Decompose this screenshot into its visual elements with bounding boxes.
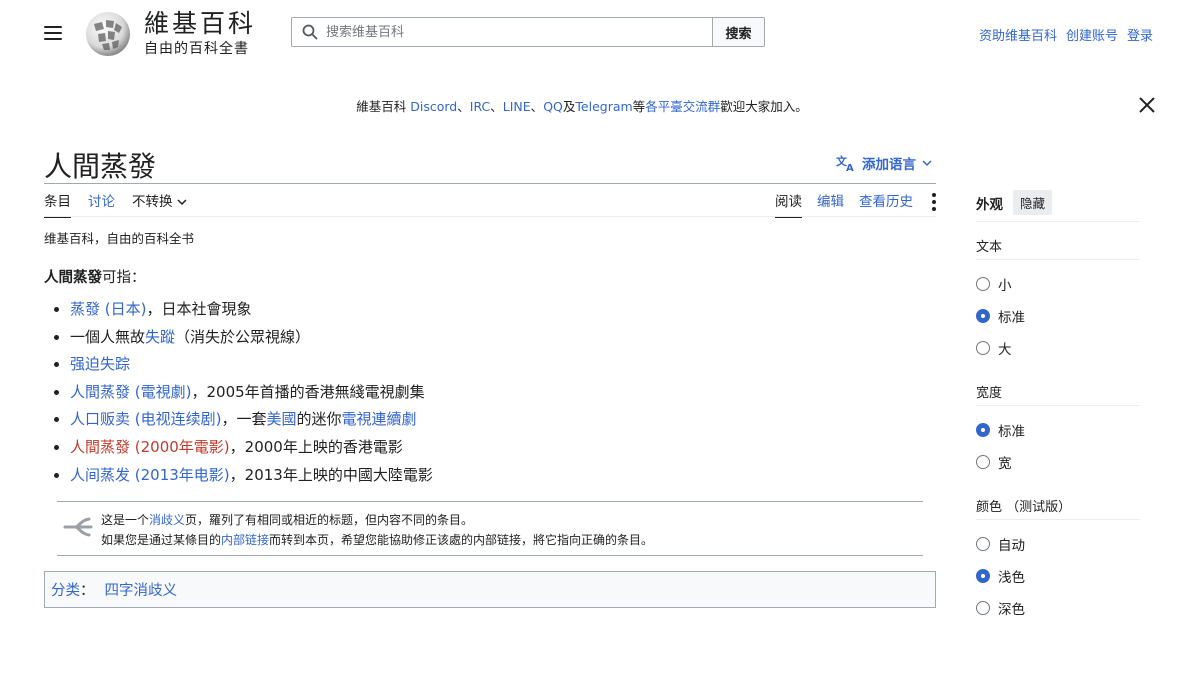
site-notice: 維基百科 Discord、IRC、LINE、QQ及Telegram等各平臺交流群… bbox=[356, 99, 808, 114]
platforms-link[interactable]: 各平臺交流群 bbox=[645, 99, 720, 114]
chevron-down-icon bbox=[922, 160, 932, 167]
list-item: 一個人無故失蹤（消失於公眾視線） bbox=[70, 326, 433, 354]
color-auto-option[interactable]: 自动 bbox=[976, 534, 1025, 554]
divider bbox=[976, 259, 1140, 260]
tab-article[interactable]: 条目 bbox=[44, 190, 71, 218]
login-link[interactable]: 登录 bbox=[1127, 25, 1153, 44]
wordmark[interactable]: 維基百科 bbox=[144, 10, 256, 38]
tabs-divider bbox=[44, 216, 936, 217]
text-size-standard-option[interactable]: 标准 bbox=[976, 306, 1025, 326]
qq-link[interactable]: QQ bbox=[543, 99, 563, 114]
language-icon: 文 A bbox=[836, 154, 854, 172]
text-size-large-option[interactable]: 大 bbox=[976, 338, 1012, 358]
divider bbox=[976, 519, 1140, 520]
category-link[interactable]: 四字消歧义 bbox=[105, 579, 178, 600]
search-button[interactable]: 搜索 bbox=[713, 17, 765, 47]
site-subtitle: 维基百科，自由的百科全书 bbox=[44, 231, 195, 246]
search-box[interactable] bbox=[291, 17, 713, 47]
category-links: 分类： 四字消歧义 bbox=[44, 571, 936, 608]
color-dark-option[interactable]: 深色 bbox=[976, 598, 1025, 618]
disambiguation-link[interactable]: 消歧义 bbox=[149, 513, 185, 527]
main-menu-button[interactable] bbox=[44, 26, 62, 40]
namespace-tabs: 条目 讨论 不转换 bbox=[44, 190, 187, 218]
more-actions-icon[interactable] bbox=[932, 193, 936, 211]
item-link[interactable]: 美國 bbox=[267, 410, 297, 428]
text-size-small-option[interactable]: 小 bbox=[976, 274, 1012, 294]
user-links: 资助维基百科 创建账号 登录 bbox=[979, 25, 1153, 44]
chevron-down-icon bbox=[177, 199, 187, 206]
hide-appearance-button[interactable]: 隐藏 bbox=[1013, 190, 1053, 215]
close-icon[interactable] bbox=[1138, 96, 1156, 114]
search-icon bbox=[302, 24, 318, 40]
appearance-title: 外观 bbox=[976, 196, 1003, 213]
create-account-link[interactable]: 创建账号 bbox=[1066, 25, 1118, 44]
radio-button[interactable] bbox=[976, 341, 990, 355]
item-link[interactable]: 人间蒸发 (2013年电影) bbox=[70, 466, 230, 484]
tab-history[interactable]: 查看历史 bbox=[859, 190, 913, 216]
tab-talk[interactable]: 讨论 bbox=[88, 190, 115, 218]
list-item: 蒸發 (日本)，日本社會現象 bbox=[70, 298, 433, 326]
radio-button[interactable] bbox=[976, 601, 990, 615]
disambiguation-list: 蒸發 (日本)，日本社會現象 一個人無故失蹤（消失於公眾視線） 强迫失踪 人間蒸… bbox=[52, 298, 433, 491]
disambiguation-notice: 这是一个消歧义页，羅列了有相同或相近的标题，但内容不同的条目。 如果您是通过某條… bbox=[57, 501, 923, 556]
variant-dropdown[interactable]: 不转换 bbox=[132, 190, 187, 218]
item-link[interactable]: 强迫失踪 bbox=[70, 355, 130, 373]
title-divider bbox=[44, 183, 936, 184]
width-wide-option[interactable]: 宽 bbox=[976, 452, 1012, 472]
list-item: 强迫失踪 bbox=[70, 353, 433, 381]
divider bbox=[976, 221, 1140, 222]
tab-read[interactable]: 阅读 bbox=[775, 190, 802, 218]
text-size-label: 文本 bbox=[976, 240, 1003, 255]
discord-link[interactable]: Discord bbox=[410, 99, 457, 114]
width-label: 宽度 bbox=[976, 386, 1003, 401]
list-item: 人間蒸發 (電視劇)，2005年首播的香港無綫電視劇集 bbox=[70, 381, 433, 409]
color-label: 颜色 （测试版） bbox=[976, 500, 1072, 515]
internal-links-link[interactable]: 内部链接 bbox=[221, 533, 269, 547]
page-title: 人間蒸發 bbox=[44, 150, 157, 183]
tagline: 自由的百科全書 bbox=[144, 41, 249, 57]
item-link[interactable]: 失蹤 bbox=[145, 328, 175, 346]
telegram-link[interactable]: Telegram bbox=[575, 99, 632, 114]
view-tabs: 阅读 编辑 查看历史 bbox=[775, 190, 936, 218]
add-language-button[interactable]: 文 A 添加语言 bbox=[836, 153, 932, 173]
color-light-option[interactable]: 浅色 bbox=[976, 566, 1025, 586]
item-link[interactable]: 蒸發 (日本) bbox=[70, 300, 146, 318]
width-standard-option[interactable]: 标准 bbox=[976, 420, 1025, 440]
tab-edit[interactable]: 编辑 bbox=[817, 190, 844, 216]
svg-text:A: A bbox=[846, 163, 854, 172]
radio-button[interactable] bbox=[976, 455, 990, 469]
item-link[interactable]: 人口贩卖 (电视连续剧) bbox=[70, 410, 221, 428]
line-link[interactable]: LINE bbox=[503, 99, 531, 114]
item-redlink[interactable]: 人間蒸發 (2000年電影) bbox=[70, 438, 230, 456]
radio-button[interactable] bbox=[976, 569, 990, 583]
categories-link[interactable]: 分类 bbox=[51, 583, 80, 599]
appearance-header: 外观 隐藏 bbox=[976, 190, 1140, 215]
radio-button[interactable] bbox=[976, 309, 990, 323]
item-link[interactable]: 人間蒸發 (電視劇) bbox=[70, 383, 191, 401]
item-link[interactable]: 電視連續劇 bbox=[342, 410, 417, 428]
lead-paragraph: 人間蒸發可指： bbox=[44, 270, 146, 286]
wikipedia-globe-logo[interactable] bbox=[84, 10, 132, 58]
disambiguation-icon bbox=[63, 517, 93, 537]
irc-link[interactable]: IRC bbox=[470, 99, 490, 114]
divider bbox=[976, 405, 1140, 406]
list-item: 人口贩卖 (电视连续剧)，一套美國的迷你電視連續劇 bbox=[70, 408, 433, 436]
radio-button[interactable] bbox=[976, 537, 990, 551]
search-input[interactable] bbox=[324, 23, 688, 41]
hamburger-icon bbox=[44, 26, 62, 28]
list-item: 人間蒸發 (2000年電影)，2000年上映的香港電影 bbox=[70, 436, 433, 464]
list-item: 人间蒸发 (2013年电影)，2013年上映的中國大陸電影 bbox=[70, 464, 433, 492]
donate-link[interactable]: 资助维基百科 bbox=[979, 25, 1057, 44]
radio-button[interactable] bbox=[976, 277, 990, 291]
radio-button[interactable] bbox=[976, 423, 990, 437]
